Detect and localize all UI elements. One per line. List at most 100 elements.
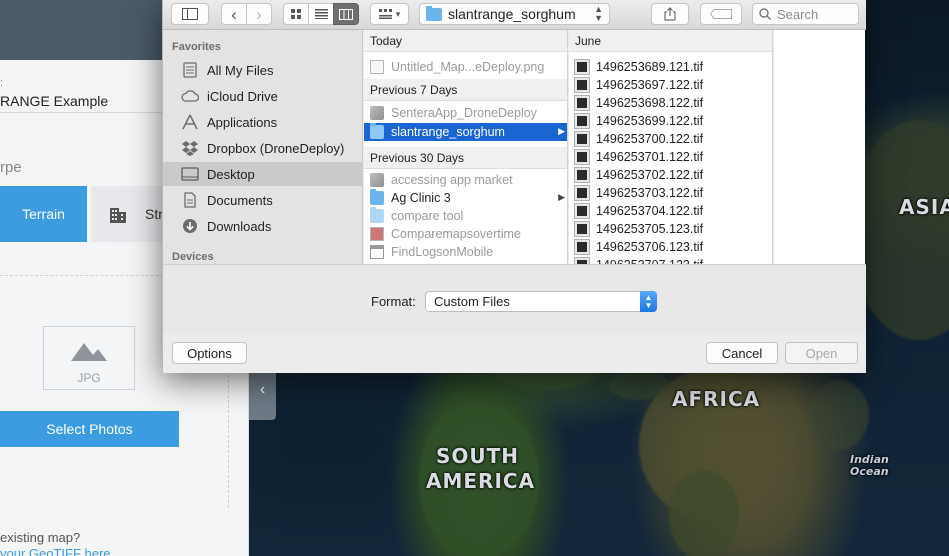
tif-file-row[interactable]: 1496253703.122.tif — [569, 184, 772, 202]
folder-icon — [426, 5, 442, 21]
options-button[interactable]: Options — [172, 342, 247, 364]
format-label: Format: — [371, 294, 416, 309]
file-name: 1496253699.122.tif — [596, 114, 704, 128]
search-icon — [759, 8, 771, 20]
tif-file-icon — [574, 167, 590, 183]
chevron-left-icon: ‹ — [231, 4, 237, 24]
tag-icon — [710, 9, 732, 19]
tif-file-row[interactable]: 1496253700.122.tif — [569, 130, 772, 148]
file-name: FindLogsonMobile — [391, 245, 494, 259]
file-name: SenteraApp_DroneDeploy — [391, 106, 537, 120]
format-select[interactable]: Custom Files ▲ ▼ — [425, 291, 657, 312]
file-row[interactable]: accessing app market — [364, 171, 567, 189]
chevron-right-icon: › — [256, 4, 262, 24]
tif-file-row[interactable]: 1496253707.123.tif — [569, 256, 772, 264]
jpg-label: JPG — [77, 371, 101, 385]
folder-name: Ag Clinic 3 — [391, 191, 451, 205]
map-label-asia: ASIA — [899, 195, 949, 219]
icon-view-button[interactable] — [283, 3, 309, 25]
file-name: 1496253701.122.tif — [596, 150, 704, 164]
tif-file-icon — [574, 77, 590, 93]
document-icon — [370, 227, 384, 241]
tif-file-row[interactable]: 1496253705.123.tif — [569, 220, 772, 238]
sidebar-item-label: Documents — [207, 192, 273, 208]
file-name: compare tool — [391, 209, 464, 223]
desktop-icon — [180, 165, 200, 183]
tif-file-row[interactable]: 1496253702.122.tif — [569, 166, 772, 184]
chevron-down-icon: ▾ — [395, 8, 401, 19]
file-name: 1496253697.122.tif — [596, 78, 704, 92]
terrain-button[interactable]: Terrain — [0, 186, 87, 242]
sidebar-item-documents[interactable]: Documents — [163, 188, 362, 212]
favorites-heading: Favorites — [172, 41, 221, 53]
search-placeholder: Search — [777, 6, 819, 22]
file-row[interactable]: SenteraApp_DroneDeploy — [364, 104, 567, 122]
browser-column-desktop: Today Untitled_Map...eDeploy.png Previou… — [364, 30, 568, 264]
file-row[interactable]: Comparemapsovertime — [364, 225, 567, 243]
file-name: 1496253698.122.tif — [596, 96, 704, 110]
select-photos-button[interactable]: Select Photos — [0, 411, 179, 447]
tif-file-row[interactable]: 1496253698.122.tif — [569, 94, 772, 112]
sidebar-item-label: All My Files — [207, 62, 274, 78]
tif-file-icon — [574, 221, 590, 237]
file-name: 1496253706.123.tif — [596, 240, 704, 254]
share-button[interactable] — [651, 3, 689, 25]
tif-file-row[interactable]: 1496253697.122.tif — [569, 76, 772, 94]
file-row[interactable]: FindLogsonMobile — [364, 243, 567, 261]
project-name-input[interactable]: RANGE Example — [0, 93, 108, 109]
grid-icon — [291, 9, 301, 19]
sidebar-item-dropbox[interactable]: Dropbox (DroneDeploy) — [163, 136, 362, 160]
tif-file-row[interactable]: 1496253701.122.tif — [569, 148, 772, 166]
geotiff-upload-link[interactable]: your GeoTIFF here — [0, 546, 111, 556]
updown-chevron-icon: ▲ ▼ — [594, 4, 603, 23]
location-popup[interactable]: slantrange_sorghum ▲ ▼ — [419, 3, 610, 25]
cloud-icon — [180, 87, 200, 105]
structure-label: Str — [145, 206, 163, 222]
arrange-button[interactable]: ▾ — [370, 3, 409, 25]
window-icon — [370, 245, 384, 259]
tif-file-row[interactable]: 1496253689.121.tif — [569, 58, 772, 76]
map-label-america: AMERICA — [426, 469, 536, 493]
sidebar-item-label: Dropbox (DroneDeploy) — [207, 140, 345, 156]
cancel-button[interactable]: Cancel — [706, 342, 778, 364]
file-row[interactable]: Untitled_Map...eDeploy.png — [364, 58, 567, 76]
png-file-icon — [370, 60, 384, 74]
folder-icon — [370, 189, 384, 205]
folder-row-selected[interactable]: slantrange_sorghum ▶ — [364, 123, 567, 141]
map-type-label: rpe — [0, 159, 22, 176]
arrange-icon — [378, 9, 392, 19]
toggle-sidebar-button[interactable] — [171, 3, 209, 25]
sidebar-item-downloads[interactable]: Downloads — [163, 214, 362, 238]
column-view-button[interactable] — [333, 3, 359, 25]
sidebar-item-all-my-files[interactable]: All My Files — [163, 58, 362, 82]
list-icon — [314, 9, 328, 19]
search-field[interactable]: Search — [752, 3, 859, 25]
tif-file-icon — [574, 185, 590, 201]
tif-file-icon — [574, 203, 590, 219]
folder-row[interactable]: Ag Clinic 3 ▶ — [364, 189, 567, 207]
sidebar-item-applications[interactable]: Applications — [163, 110, 362, 134]
list-view-button[interactable] — [308, 3, 334, 25]
file-row[interactable]: compare tool — [364, 207, 567, 225]
forward-button[interactable]: › — [246, 3, 272, 25]
back-button[interactable]: ‹ — [221, 3, 247, 25]
tif-file-row[interactable]: 1496253704.122.tif — [569, 202, 772, 220]
sidebar-item-icloud-drive[interactable]: iCloud Drive — [163, 84, 362, 108]
updown-chevron-icon: ▲ ▼ — [640, 291, 657, 312]
browser-column-empty — [774, 30, 865, 264]
disclosure-arrow-icon: ▶ — [558, 126, 565, 136]
group-heading-previous-7-days: Previous 7 Days — [364, 79, 567, 101]
file-name: 1496253700.122.tif — [596, 132, 704, 146]
app-icon — [370, 106, 384, 120]
tif-file-row[interactable]: 1496253699.122.tif — [569, 112, 772, 130]
applications-icon — [180, 113, 200, 131]
open-button[interactable]: Open — [785, 342, 858, 364]
downloads-icon — [180, 217, 200, 235]
tags-button[interactable] — [700, 3, 742, 25]
map-label-south: SOUTH — [436, 444, 520, 468]
building-icon — [110, 208, 126, 223]
file-name: accessing app market — [391, 173, 513, 187]
sidebar-item-desktop[interactable]: Desktop — [163, 162, 362, 186]
tif-file-icon — [574, 59, 590, 75]
tif-file-row[interactable]: 1496253706.123.tif — [569, 238, 772, 256]
